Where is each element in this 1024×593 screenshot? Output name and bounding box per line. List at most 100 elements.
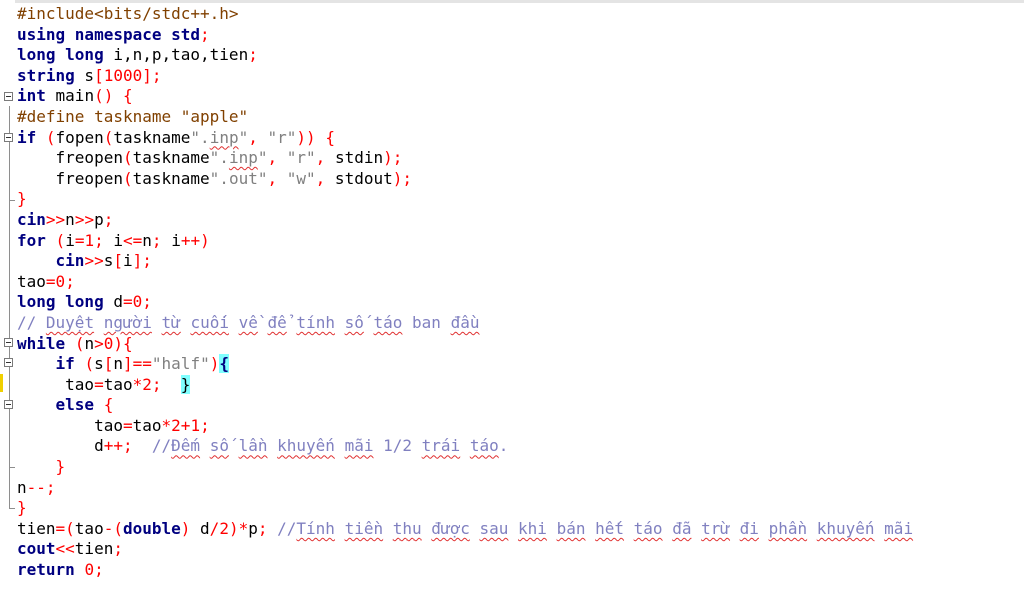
code-line[interactable]: cin>>s[i]; [17,251,1024,272]
code-line[interactable]: cin>>n>>p; [17,210,1024,231]
code-token: if [17,127,37,147]
code-token: 2 [219,518,229,538]
code-token: i [161,230,181,250]
code-token: main [45,86,95,106]
code-line[interactable]: tao=tao*2+1; [17,416,1024,437]
code-token: d [103,292,123,312]
code-token: 1000 [103,65,143,85]
code-token: ban [402,312,451,332]
code-token: n [113,354,123,374]
code-token: 0 [132,292,143,312]
code-token: được [431,518,470,538]
code-token: stdout [325,168,393,188]
code-editor[interactable]: #include<bits/stdc++.h> using namespace s… [0,0,1024,593]
code-line[interactable]: tao=0; [17,272,1024,293]
code-line[interactable]: long long i,n,p,tao,tien; [17,45,1024,66]
code-token: ( [103,127,114,147]
code-token: ( [74,333,85,353]
code-token: ]; [132,251,152,271]
fold-toggle-main[interactable] [4,92,13,101]
code-token: freopen [17,168,123,188]
code-line[interactable]: #define taskname "apple" [17,107,1024,128]
code-token: freopen [17,148,123,168]
code-token: s [94,354,104,374]
code-line[interactable]: if (fopen(taskname".inp", "r")) { [17,128,1024,149]
code-line[interactable]: long long d=0; [17,292,1024,313]
code-token: ; [248,45,258,65]
code-token: cin [55,251,85,271]
code-line[interactable]: } [17,498,1024,519]
code-token: n [65,209,75,229]
code-line[interactable]: using namespace std; [17,25,1024,46]
code-token: tien [17,518,56,538]
code-token: if [55,354,75,374]
code-token: đi [739,518,759,538]
code-token: tính [296,312,335,332]
code-line[interactable]: return 0; [17,560,1024,581]
code-token: inp [209,127,239,147]
fold-guide-main [9,106,10,508]
code-token: ". [190,127,210,147]
code-token: " [238,127,249,147]
code-token: #define taskname "apple" [17,106,249,126]
code-token: ; [200,415,210,435]
code-token: để [267,312,287,332]
code-token: . [498,436,509,456]
code-token: hết [595,518,625,538]
code-token: 2 [171,415,181,435]
code-line[interactable]: freopen(taskname".inp", "r", stdin); [17,148,1024,169]
code-line[interactable]: #include<bits/stdc++.h> [17,4,1024,25]
code-token: * [132,374,143,394]
fold-toggle-if[interactable] [4,133,13,142]
code-line[interactable]: n--; [17,478,1024,499]
code-token: ( [122,148,133,168]
code-token: 1 [190,415,201,435]
code-token: sau [479,518,509,538]
code-token: trừ [701,518,731,538]
fold-toggle-else[interactable] [4,400,13,409]
code-token: } [17,189,27,209]
code-token: "r" [286,148,316,168]
code-token: int [17,86,46,106]
code-line[interactable]: string s[1000]; [17,66,1024,87]
code-token: while [17,333,66,353]
code-line[interactable]: else { [17,395,1024,416]
code-line[interactable]: freopen(taskname".out", "w", stdout); [17,169,1024,190]
code-area[interactable]: #include<bits/stdc++.h> using namespace s… [17,4,1024,581]
code-token: << [55,539,75,559]
code-token: 1/2 [373,436,422,456]
code-token: , [248,127,258,147]
code-token: i,n,p,tao,tien [103,45,249,65]
code-line[interactable]: } [17,457,1024,478]
code-line[interactable]: if (s[n]=="half"){ [17,354,1024,375]
code-line[interactable]: d++; //Đếm số lần khuyến mãi 1/2 trái tá… [17,436,1024,457]
code-line[interactable]: tao=tao*2; } [17,374,1024,396]
code-token: lần [238,436,268,456]
code-token: ; [94,230,104,250]
code-line[interactable]: int main() { [17,86,1024,107]
code-line[interactable]: cout<<tien; [17,539,1024,560]
code-line[interactable]: // Duyệt người từ cuối về để tính số táo… [17,313,1024,334]
code-token: #include<bits/stdc++.h> [17,4,239,23]
code-token: // [17,312,46,332]
fold-toggle-while[interactable] [4,338,13,347]
code-line[interactable]: for (i=1; i<=n; i++) [17,231,1024,252]
code-line[interactable]: while (n>0){ [17,334,1024,355]
code-line[interactable]: tien=(tao-(double) d/2)*p; //Tính tiền t… [17,519,1024,540]
code-token: n [84,333,95,353]
code-line[interactable]: } [17,189,1024,210]
code-token: ( [45,127,56,147]
code-token: { [219,354,229,374]
fold-toggle-if-half[interactable] [4,358,13,367]
code-token: + [180,415,191,435]
code-token: , [315,148,326,168]
